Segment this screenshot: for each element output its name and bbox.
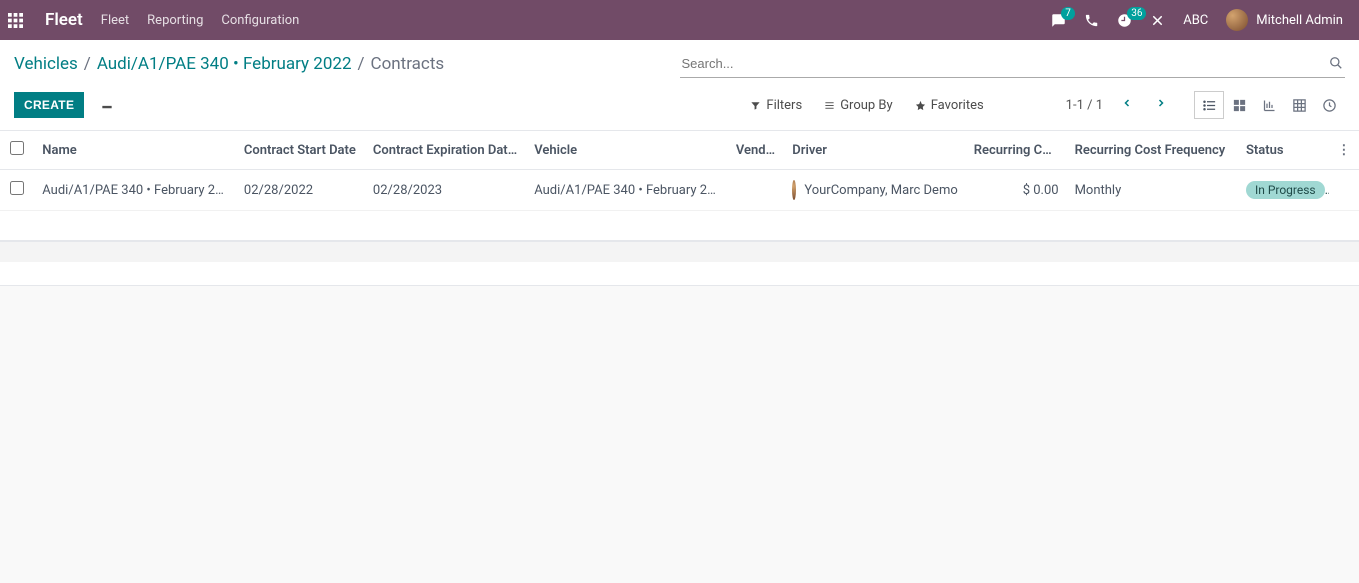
crumb-sep: / (84, 54, 91, 74)
chat-icon[interactable]: 7 (1051, 13, 1066, 28)
phone-icon[interactable] (1084, 13, 1099, 28)
col-recurring-cost[interactable]: Recurring Co... (966, 131, 1067, 170)
col-vendor[interactable]: Vend... (728, 131, 784, 170)
col-options[interactable]: ⋮ (1329, 131, 1359, 170)
abc-label[interactable]: ABC (1183, 13, 1208, 28)
cell-recurring-cost: $ 0.00 (966, 170, 1067, 211)
select-all-checkbox[interactable] (10, 141, 24, 155)
cell-expiry: 02/28/2023 (365, 170, 526, 211)
crumb-contracts: Contracts (371, 54, 445, 74)
avatar (1226, 9, 1248, 31)
table-header-row: Name Contract Start Date Contract Expira… (0, 131, 1359, 170)
contracts-table: Name Contract Start Date Contract Expira… (0, 131, 1359, 241)
search-icon[interactable] (1329, 56, 1343, 74)
favorites-button[interactable]: Favorites (915, 98, 984, 113)
user-menu[interactable]: Mitchell Admin (1226, 9, 1343, 31)
crumb-vehicle[interactable]: Audi/A1/PAE 340 • February 2022 (97, 54, 352, 74)
pager: 1-1 / 1 (1066, 95, 1171, 115)
table-row[interactable]: Audi/A1/PAE 340 • February 2022 02/28/20… (0, 170, 1359, 211)
col-driver[interactable]: Driver (784, 131, 965, 170)
favorites-label: Favorites (931, 98, 984, 113)
top-navbar: Fleet Fleet Reporting Configuration 7 36… (0, 0, 1359, 40)
row-checkbox[interactable] (10, 181, 24, 195)
user-name: Mitchell Admin (1256, 13, 1343, 28)
table-row-empty (0, 211, 1359, 241)
clock-icon[interactable]: 36 (1117, 13, 1132, 28)
filters-button[interactable]: Filters (750, 98, 802, 113)
brand-title[interactable]: Fleet (45, 10, 83, 30)
apps-icon[interactable] (8, 13, 23, 28)
pager-next[interactable] (1151, 95, 1171, 115)
cell-start: 02/28/2022 (236, 170, 365, 211)
view-activity-icon[interactable] (1314, 91, 1344, 119)
col-name[interactable]: Name (34, 131, 236, 170)
footer-spacer (0, 242, 1359, 286)
menu-reporting[interactable]: Reporting (147, 13, 203, 28)
col-vehicle[interactable]: Vehicle (526, 131, 728, 170)
breadcrumb: Vehicles / Audi/A1/PAE 340 • February 20… (14, 48, 444, 80)
download-icon[interactable] (94, 92, 120, 118)
crumb-vehicles[interactable]: Vehicles (14, 54, 78, 74)
col-check (0, 131, 34, 170)
driver-avatar (792, 180, 796, 200)
pager-prev[interactable] (1117, 95, 1137, 115)
nav-right: 7 36 ABC Mitchell Admin (1051, 9, 1351, 31)
cell-name: Audi/A1/PAE 340 • February 2022 (34, 170, 236, 211)
menu-configuration[interactable]: Configuration (221, 13, 299, 28)
search-wrap (680, 50, 1346, 78)
row-check (0, 170, 34, 211)
col-status[interactable]: Status (1238, 131, 1329, 170)
col-recurring-freq[interactable]: Recurring Cost Frequency (1067, 131, 1238, 170)
cp-bottom: CREATE Filters Group By Favorites 1-1 / … (14, 80, 1345, 130)
nav-left: Fleet Fleet Reporting Configuration (8, 10, 299, 30)
groupby-button[interactable]: Group By (824, 98, 893, 113)
col-expiry[interactable]: Contract Expiration Date▼ (365, 131, 526, 170)
chat-badge: 7 (1061, 7, 1075, 20)
crumb-sep: / (358, 54, 365, 74)
cell-status: In Progress (1238, 170, 1329, 211)
cp-top: Vehicles / Audi/A1/PAE 340 • February 20… (14, 48, 1345, 80)
pager-text: 1-1 / 1 (1066, 98, 1103, 113)
col-start[interactable]: Contract Start Date (236, 131, 365, 170)
cell-recurring-freq: Monthly (1067, 170, 1238, 211)
view-kanban-icon[interactable] (1224, 91, 1254, 119)
sort-desc-icon: ▼ (519, 142, 527, 158)
cell-empty (1329, 170, 1359, 211)
create-button[interactable]: CREATE (14, 92, 84, 118)
search-input[interactable] (680, 50, 1346, 77)
view-pivot-icon[interactable] (1284, 91, 1314, 119)
filters-label: Filters (766, 98, 802, 113)
driver-name: YourCompany, Marc Demo (804, 183, 957, 198)
cell-vendor (728, 170, 784, 211)
menu-fleet[interactable]: Fleet (101, 13, 129, 28)
control-panel: Vehicles / Audi/A1/PAE 340 • February 20… (0, 40, 1359, 131)
close-icon[interactable] (1150, 13, 1165, 28)
cell-driver: YourCompany, Marc Demo (784, 170, 965, 211)
col-expiry-label: Contract Expiration Date (373, 143, 517, 158)
view-list-icon[interactable] (1194, 91, 1224, 119)
view-switcher (1193, 90, 1345, 120)
clock-badge: 36 (1127, 7, 1146, 20)
filters-area: Filters Group By Favorites 1-1 / 1 (750, 90, 1345, 120)
cell-vehicle: Audi/A1/PAE 340 • February 2022 (526, 170, 728, 211)
view-graph-icon[interactable] (1254, 91, 1284, 119)
list-view: Name Contract Start Date Contract Expira… (0, 131, 1359, 242)
status-badge: In Progress (1246, 181, 1325, 199)
groupby-label: Group By (840, 98, 893, 113)
